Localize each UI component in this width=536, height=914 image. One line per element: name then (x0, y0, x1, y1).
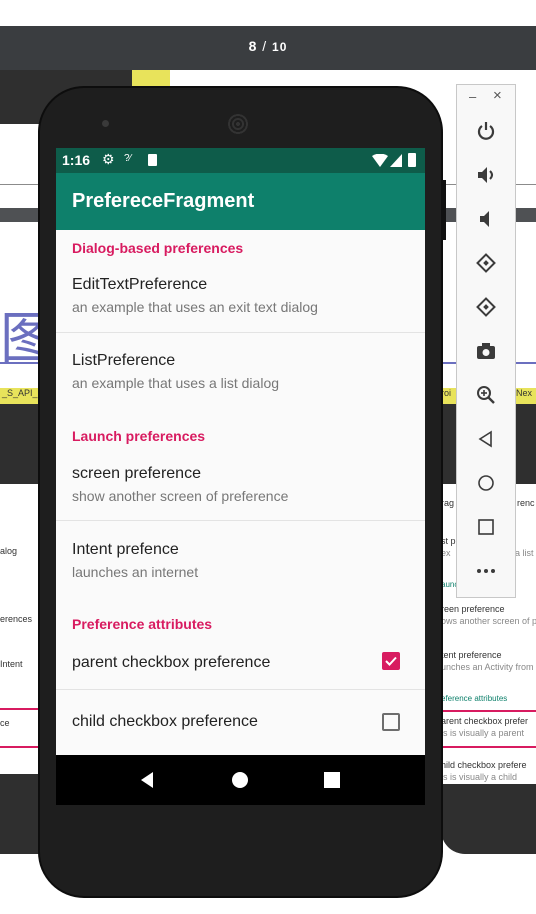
bg-right-item-title: tent preference (441, 650, 502, 660)
bg-left-highlight: ce (0, 708, 40, 748)
home-icon[interactable] (232, 772, 248, 788)
bg-right-item-title: hild checkbox prefere (441, 760, 527, 770)
bg-right-small: a list (515, 548, 534, 558)
pref-child-checkbox[interactable]: child checkbox preference (56, 690, 425, 752)
navigation-bar (56, 755, 425, 805)
battery-icon (408, 153, 416, 167)
back-icon[interactable] (139, 771, 155, 789)
home-icon (478, 475, 494, 491)
cell-signal-icon (390, 154, 402, 167)
status-time: 1:16 (62, 152, 91, 168)
minimize-button[interactable]: – (469, 89, 476, 104)
pref-edittext[interactable]: EditTextPreference an example that uses … (56, 258, 425, 332)
rotate-right-icon (476, 297, 496, 317)
sd-card-icon (148, 154, 157, 166)
emulator-control-panel: – × (456, 84, 516, 598)
overview-icon[interactable] (324, 772, 340, 788)
back-icon (478, 430, 492, 448)
power-button[interactable] (471, 116, 501, 146)
bg-right-highlight: arent checkbox prefer is is visually a p… (441, 710, 536, 748)
bg-right-cat: eference attributes (441, 694, 508, 703)
bg-right-item-sub: ex (441, 548, 451, 558)
pref-list[interactable]: ListPreference an example that uses a li… (56, 333, 425, 407)
close-button[interactable]: × (493, 87, 502, 104)
page-indicator: 8 / 10 (0, 38, 536, 54)
category-attributes: Preference attributes (72, 616, 213, 632)
page-total: 10 (272, 40, 288, 54)
pref-screen-summary: show another screen of preference (72, 488, 289, 504)
pref-edittext-summary: an example that uses an exit text dialog (72, 299, 318, 315)
pref-screen[interactable]: screen preference show another screen of… (56, 446, 425, 520)
volume-down-icon (480, 211, 489, 227)
pref-parent-checkbox-title: parent checkbox preference (72, 654, 271, 671)
bg-right-item-sub: ows another screen of p (441, 616, 536, 626)
pref-parent-checkbox[interactable]: parent checkbox preference (56, 634, 425, 688)
rotate-left-button[interactable] (471, 248, 501, 278)
bg-left-screen: alog erences Intent ce (0, 484, 40, 774)
bg-left-item: Intent (0, 659, 23, 669)
pref-intent-title: Intent prefence (72, 541, 179, 558)
app-bar: PrefereceFragment (56, 173, 425, 230)
bg-right-item-sub: is is visually a parent (441, 728, 525, 738)
check-icon (385, 656, 397, 666)
signal-status-icon: ?⁄ (124, 153, 132, 164)
bg-left-item: ce (0, 718, 10, 728)
volume-up-button[interactable] (471, 160, 501, 190)
bg-label-right: Nex (516, 388, 536, 404)
bg-right-item-title: st p (441, 536, 456, 546)
category-dialog-based: Dialog-based preferences (72, 240, 244, 256)
rotate-left-icon (476, 253, 496, 273)
page-indicator-bar: 8 / 10 (0, 26, 536, 70)
pref-edittext-title: EditTextPreference (72, 276, 208, 293)
bg-right-item-sub: is is visually a child (441, 772, 518, 782)
status-bar: 1:16 ⚙ ?⁄ (56, 148, 425, 173)
pref-list-summary: an example that uses a list dialog (72, 375, 280, 391)
rotate-right-button[interactable] (471, 292, 501, 322)
side-button (441, 180, 446, 240)
pref-list-title: ListPreference (72, 352, 176, 369)
page-current: 8 (248, 38, 258, 54)
bg-right-header-text: rag (441, 498, 455, 508)
overview-icon (478, 519, 494, 535)
screenshot-button[interactable] (471, 336, 501, 366)
category-launch: Launch preferences (72, 428, 206, 444)
pref-child-checkbox-title: child checkbox preference (72, 713, 258, 730)
bg-label-left: _S_API_ (0, 388, 40, 404)
camera-icon (477, 343, 495, 359)
volume-down-button[interactable] (471, 204, 501, 234)
home-button[interactable] (471, 468, 501, 498)
zoom-icon (477, 386, 495, 404)
speaker-grille (228, 114, 248, 134)
pref-intent-summary: launches an internet (72, 564, 199, 580)
overview-button[interactable] (471, 512, 501, 542)
wifi-icon (372, 154, 388, 167)
child-checkbox[interactable] (382, 713, 400, 731)
volume-up-icon (478, 167, 493, 183)
more-icon (477, 569, 495, 573)
bg-left-item: erences (0, 614, 33, 624)
bg-right-header-text2: renc (517, 498, 535, 508)
bg-left-item: alog (0, 546, 18, 556)
pref-screen-title: screen preference (72, 465, 201, 482)
app-title: PrefereceFragment (72, 190, 255, 212)
bg-right-item-sub: unches an Activity from a (441, 662, 536, 672)
parent-checkbox[interactable] (382, 652, 400, 670)
zoom-button[interactable] (471, 380, 501, 410)
back-button[interactable] (471, 424, 501, 454)
bg-right-item-title: arent checkbox prefer (441, 716, 529, 726)
bg-right-item-title: reen preference (441, 604, 505, 614)
power-icon (477, 122, 495, 140)
front-camera-icon (102, 120, 109, 127)
phone-screen: 1:16 ⚙ ?⁄ PrefereceFragment Dialog-based… (56, 148, 425, 805)
settings-icon: ⚙ (102, 151, 115, 167)
more-button[interactable] (471, 556, 501, 586)
pref-intent[interactable]: Intent prefence launches an internet (56, 521, 425, 595)
page-separator: / (262, 38, 268, 54)
